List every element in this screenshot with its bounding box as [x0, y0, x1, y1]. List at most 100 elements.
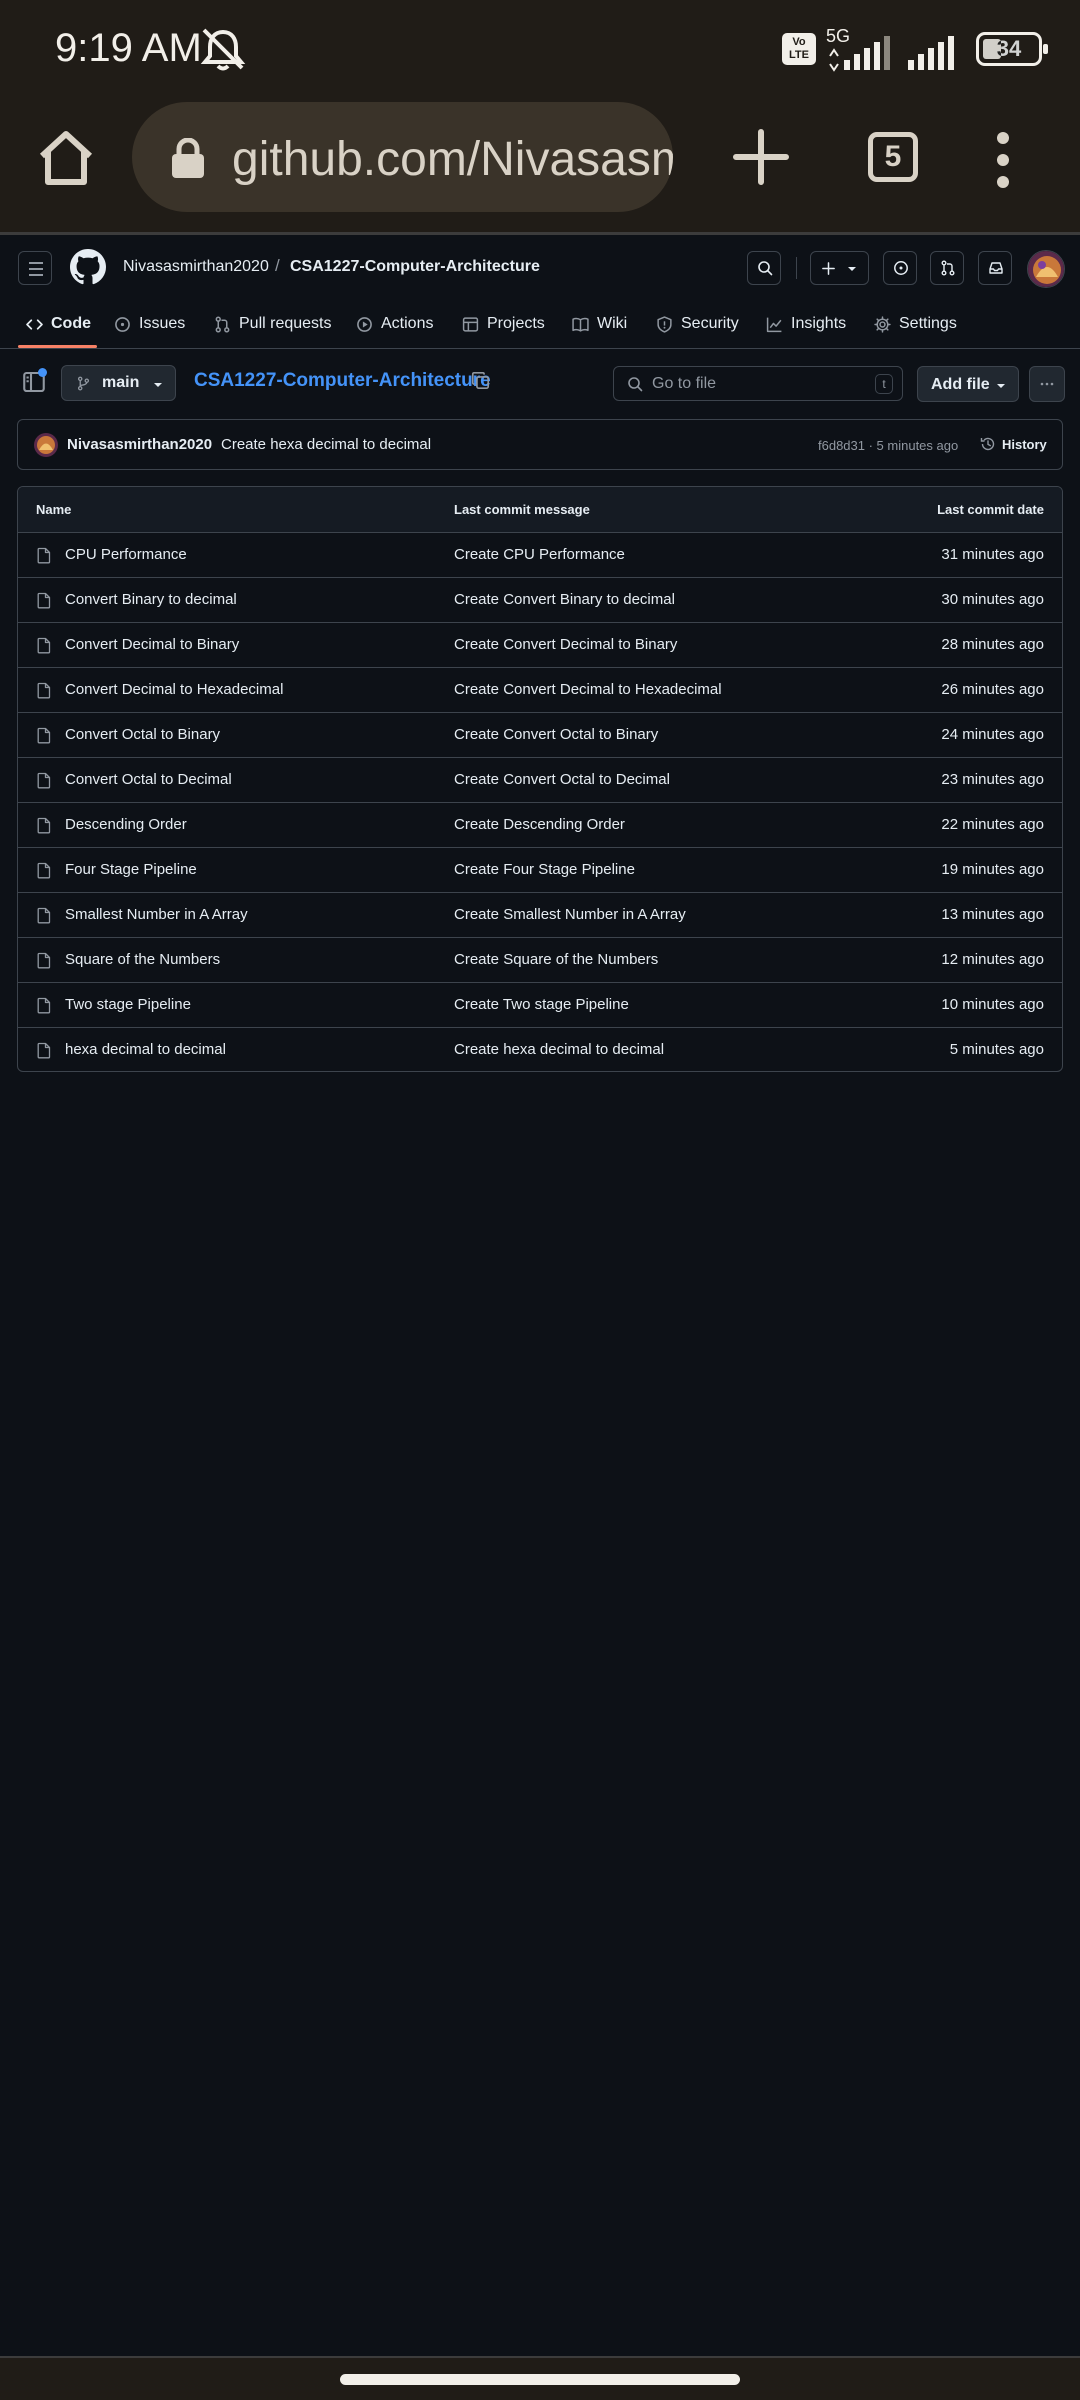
commit-date: 12 minutes ago — [941, 951, 1044, 968]
commit-date: 26 minutes ago — [941, 681, 1044, 698]
user-avatar[interactable] — [1027, 250, 1065, 288]
system-navigation-bar — [0, 2356, 1080, 2400]
graph-icon — [766, 317, 782, 332]
go-to-file-field[interactable]: t — [613, 366, 903, 401]
file-name-link[interactable]: Convert Octal to Binary — [65, 726, 220, 743]
caret-down-icon — [154, 383, 162, 387]
go-to-file-input[interactable] — [652, 373, 852, 395]
table-row[interactable]: Two stage Pipeline Create Two stage Pipel… — [18, 983, 1062, 1028]
hamburger-menu-button[interactable] — [18, 251, 52, 285]
file-name-link[interactable]: Smallest Number in A Array — [65, 906, 248, 923]
commit-author-avatar[interactable] — [34, 433, 58, 457]
file-name-link[interactable]: hexa decimal to decimal — [65, 1041, 226, 1058]
overflow-menu-icon[interactable] — [994, 130, 1012, 190]
more-options-button[interactable] — [1029, 366, 1065, 402]
commit-message-link[interactable]: Create Two stage Pipeline — [454, 996, 629, 1013]
commit-message-link[interactable]: Create Descending Order — [454, 816, 625, 833]
commit-message-link[interactable]: Create Square of the Numbers — [454, 951, 658, 968]
caret-down-icon — [997, 384, 1005, 388]
commit-message-link[interactable]: Create Convert Binary to decimal — [454, 591, 675, 608]
commit-message[interactable]: Create hexa decimal to decimal — [221, 436, 431, 453]
file-name-link[interactable]: Descending Order — [65, 816, 187, 833]
new-tab-icon[interactable] — [730, 126, 792, 188]
search-button[interactable] — [747, 251, 781, 285]
status-indicators: Vo LTE 5G 34 — [782, 26, 1048, 72]
table-row[interactable]: Convert Decimal to Hexadecimal Create Con… — [18, 668, 1062, 713]
table-row[interactable]: hexa decimal to decimal Create hexa decim… — [18, 1028, 1062, 1071]
breadcrumb-repo[interactable]: CSA1227-Computer-Architecture — [290, 258, 540, 276]
file-icon — [36, 862, 52, 879]
file-name-link[interactable]: Square of the Numbers — [65, 951, 220, 968]
tab-projects[interactable]: Projects — [462, 311, 545, 337]
github-logo-icon[interactable] — [70, 249, 106, 285]
branch-icon — [77, 376, 90, 391]
tab-security[interactable]: Security — [656, 311, 739, 337]
table-row[interactable]: Convert Octal to Binary Create Convert Oc… — [18, 713, 1062, 758]
tab-switcher-button[interactable]: 5 — [868, 132, 918, 182]
commit-sha-time[interactable]: f6d8d31 · 5 minutes ago — [818, 438, 958, 453]
file-name-link[interactable]: Convert Octal to Decimal — [65, 771, 232, 788]
url-text[interactable]: github.com/Nivasasmirthan2020/CSA1227-Co… — [232, 132, 673, 187]
table-row[interactable]: Convert Octal to Decimal Create Convert O… — [18, 758, 1062, 803]
home-icon[interactable] — [34, 126, 98, 190]
inbox-button[interactable] — [978, 251, 1012, 285]
commit-message-link[interactable]: Create CPU Performance — [454, 546, 625, 563]
branch-selector-button[interactable]: main — [61, 365, 176, 401]
file-name-link[interactable]: Four Stage Pipeline — [65, 861, 197, 878]
file-icon — [36, 682, 52, 699]
commit-message-link[interactable]: Create Convert Decimal to Hexadecimal — [454, 681, 722, 698]
table-row[interactable]: Descending Order Create Descending Order 2… — [18, 803, 1062, 848]
file-name-link[interactable]: CPU Performance — [65, 546, 187, 563]
tab-insights-label: Insights — [791, 315, 847, 332]
commit-message-link[interactable]: Create hexa decimal to decimal — [454, 1041, 664, 1058]
issues-button[interactable] — [883, 251, 917, 285]
signal-bars-2-icon — [908, 36, 954, 70]
table-row[interactable]: CPU Performance Create CPU Performance 31 … — [18, 533, 1062, 578]
tab-code-label: Code — [51, 315, 91, 332]
pull-requests-button[interactable] — [930, 251, 964, 285]
pull-request-icon — [941, 260, 955, 276]
copy-icon[interactable] — [471, 371, 490, 390]
table-row[interactable]: Convert Binary to decimal Create Convert … — [18, 578, 1062, 623]
add-file-button[interactable]: Add file — [917, 366, 1019, 402]
breadcrumb-owner[interactable]: Nivasasmirthan2020 — [123, 258, 269, 276]
tab-actions[interactable]: Actions — [356, 311, 433, 337]
tab-pull-requests[interactable]: Pull requests — [214, 311, 332, 337]
commit-date: 28 minutes ago — [941, 636, 1044, 653]
column-header-message: Last commit message — [454, 502, 590, 517]
github-header: Nivasasmirthan2020 / CSA1227-Computer-Ar… — [0, 235, 1080, 305]
commit-message-link[interactable]: Create Convert Octal to Binary — [454, 726, 658, 743]
file-icon — [36, 547, 52, 564]
file-name-link[interactable]: Two stage Pipeline — [65, 996, 191, 1013]
file-icon — [36, 817, 52, 834]
file-name-link[interactable]: Convert Decimal to Hexadecimal — [65, 681, 283, 698]
table-row[interactable]: Square of the Numbers Create Square of th… — [18, 938, 1062, 983]
tab-projects-label: Projects — [487, 315, 545, 332]
table-row[interactable]: Convert Decimal to Binary Create Convert … — [18, 623, 1062, 668]
commit-message-link[interactable]: Create Four Stage Pipeline — [454, 861, 635, 878]
shield-icon — [657, 315, 672, 333]
commit-date: 13 minutes ago — [941, 906, 1044, 923]
file-name-link[interactable]: Convert Decimal to Binary — [65, 636, 239, 653]
repo-title-link[interactable]: CSA1227-Computer-Architecture — [194, 370, 491, 392]
table-icon — [462, 316, 479, 332]
commit-message-link[interactable]: Create Convert Decimal to Binary — [454, 636, 677, 653]
address-bar[interactable]: github.com/Nivasasmirthan2020/CSA1227-Co… — [132, 102, 673, 212]
tab-wiki[interactable]: Wiki — [572, 311, 627, 337]
tab-settings[interactable]: Settings — [874, 311, 957, 337]
commit-message-link[interactable]: Create Smallest Number in A Array — [454, 906, 686, 923]
tab-issues[interactable]: Issues — [114, 311, 185, 337]
table-row[interactable]: Smallest Number in A Array Create Smalles… — [18, 893, 1062, 938]
tab-code[interactable]: Code — [26, 311, 91, 337]
commit-author[interactable]: Nivasasmirthan2020 — [67, 436, 212, 453]
file-name-link[interactable]: Convert Binary to decimal — [65, 591, 237, 608]
create-new-button[interactable] — [810, 251, 869, 285]
history-link[interactable]: History — [980, 436, 1047, 452]
issue-icon — [115, 316, 130, 332]
tab-insights[interactable]: Insights — [766, 311, 846, 337]
commit-message-link[interactable]: Create Convert Octal to Decimal — [454, 771, 670, 788]
table-row[interactable]: Four Stage Pipeline Create Four Stage Pip… — [18, 848, 1062, 893]
signal-5g: 5G — [826, 26, 896, 72]
search-icon — [758, 261, 773, 276]
gesture-handle[interactable] — [340, 2374, 740, 2385]
